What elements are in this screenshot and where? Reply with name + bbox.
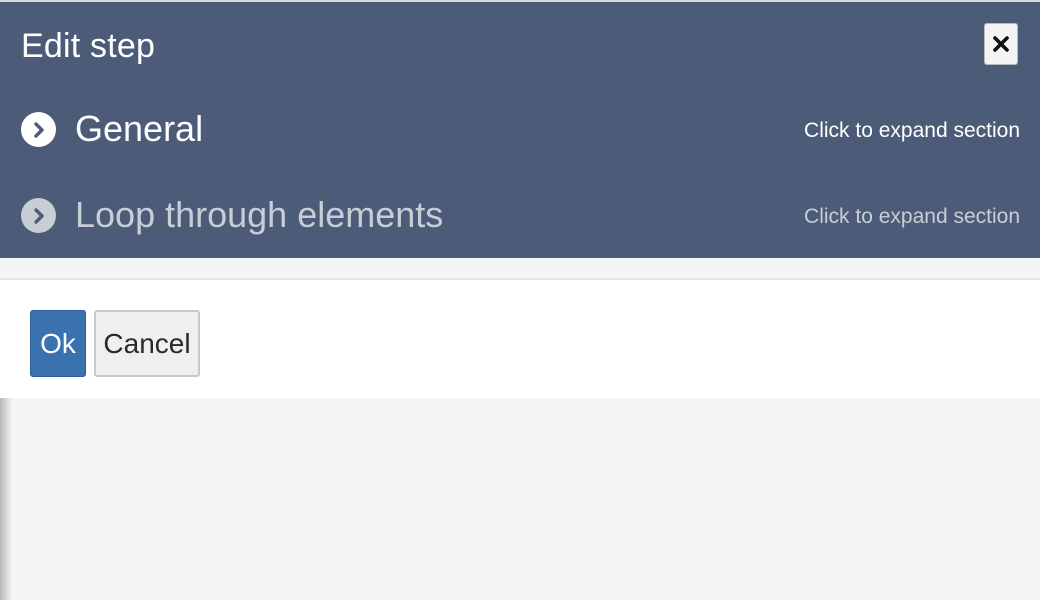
section-title: Loop through elements [75,194,444,235]
close-icon [993,36,1009,52]
ok-button[interactable]: Ok [30,310,86,377]
dialog-footer: Ok Cancel [0,280,1040,398]
top-border [0,0,1040,2]
divider [0,258,1040,280]
section-hint: Click to expand section [804,205,1020,228]
section-hint: Click to expand section [804,119,1020,142]
chevron-right-circle-icon [21,112,56,147]
dialog-header: Edit step General Click to expand sectio… [0,2,1040,258]
section-loop-through-elements[interactable]: Loop through elements Click to expand se… [0,186,1040,246]
page: Edit step General Click to expand sectio… [0,0,1040,600]
section-general[interactable]: General Click to expand section [0,100,1040,160]
cancel-button[interactable]: Cancel [94,310,200,377]
close-button[interactable] [984,23,1018,65]
section-title: General [75,108,204,149]
chevron-right-circle-icon [21,198,56,233]
dialog-title: Edit step [21,27,156,65]
